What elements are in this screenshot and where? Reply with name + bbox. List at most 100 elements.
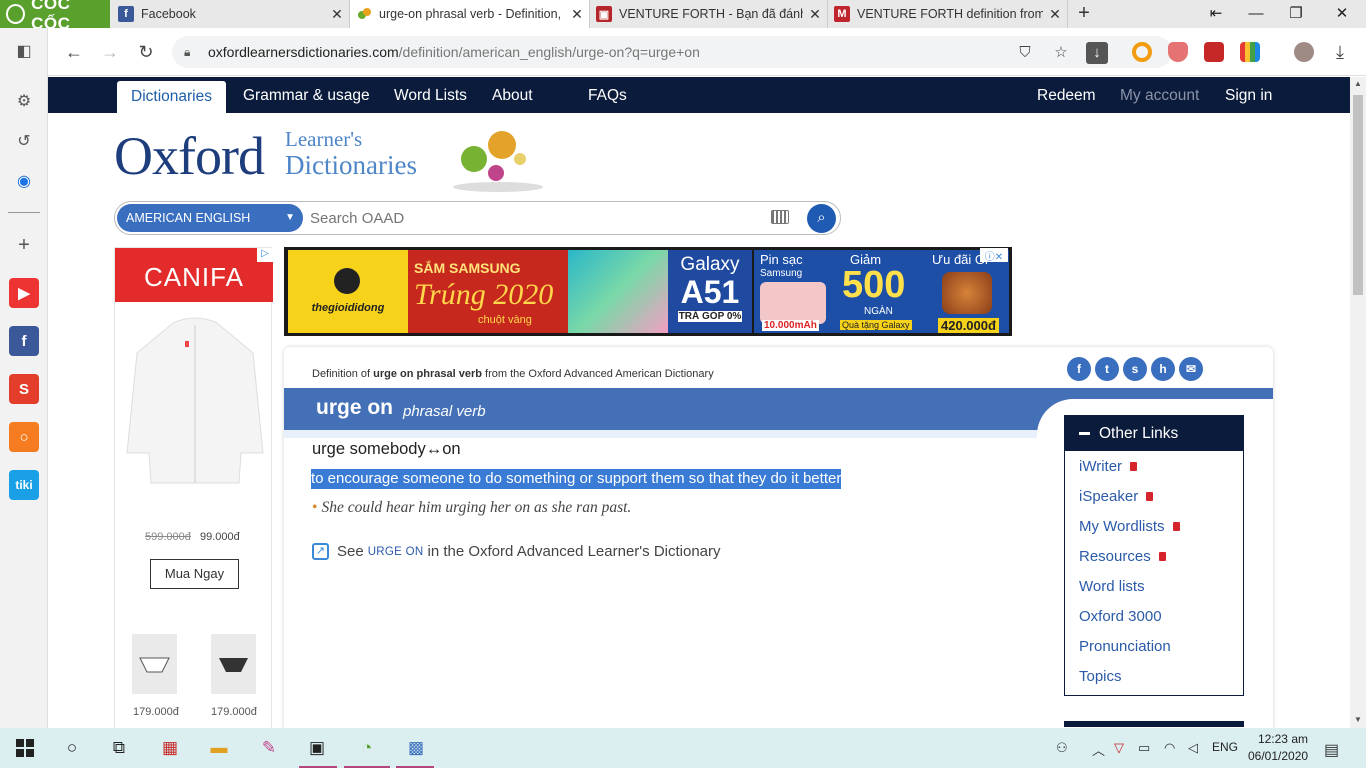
- close-tab-icon[interactable]: ✕: [325, 6, 349, 23]
- nav-faqs[interactable]: FAQs: [588, 77, 627, 113]
- hatena-share-icon[interactable]: h: [1151, 357, 1175, 381]
- tab-cambridge[interactable]: ▣ VENTURE FORTH - Bạn đã đánh vần ✕: [590, 0, 828, 28]
- clock-time[interactable]: 12:23 am: [1256, 732, 1308, 746]
- extension-chrome-icon[interactable]: [1132, 42, 1152, 62]
- nav-sign-in[interactable]: Sign in: [1225, 77, 1272, 113]
- tab-macmillan[interactable]: M VENTURE FORTH definition from M ✕: [828, 0, 1068, 28]
- notes-icon[interactable]: ▣: [302, 734, 332, 762]
- extension-shield-icon[interactable]: [1168, 42, 1188, 62]
- other-links-header[interactable]: Other Links: [1065, 416, 1243, 451]
- nav-dictionaries[interactable]: Dictionaries: [117, 81, 226, 113]
- tab-facebook[interactable]: f Facebook ✕: [112, 0, 350, 28]
- canifa-logo[interactable]: CANIFA: [115, 248, 273, 302]
- adchoices-icon[interactable]: ▷: [257, 248, 273, 262]
- buy-now-button[interactable]: Mua Ngay: [150, 559, 239, 589]
- history-icon[interactable]: ↺: [9, 126, 39, 156]
- maximize-button[interactable]: ❐: [1276, 2, 1316, 26]
- search-icon[interactable]: ○: [57, 734, 87, 762]
- forward-button[interactable]: →: [96, 38, 124, 66]
- lock-icon[interactable]: 🔒︎: [184, 45, 196, 59]
- facebook-sidebar-icon[interactable]: f: [9, 326, 39, 356]
- facebook-share-icon[interactable]: f: [1067, 357, 1091, 381]
- oxford-logo-text[interactable]: Oxford: [114, 125, 265, 187]
- tray-app-icon[interactable]: ▽: [1114, 740, 1124, 756]
- close-tab-icon[interactable]: ✕: [1043, 6, 1067, 23]
- link-oxford-3000[interactable]: Oxford 3000: [1079, 608, 1162, 625]
- scroll-up-icon[interactable]: ▲: [1354, 79, 1362, 88]
- clock-date[interactable]: 06/01/2020: [1248, 749, 1308, 763]
- page-scrollbar[interactable]: ▲ ▼: [1350, 77, 1366, 728]
- twitter-share-icon[interactable]: t: [1095, 357, 1119, 381]
- download-page-icon[interactable]: ↓: [1086, 42, 1108, 64]
- reload-button[interactable]: ↻: [132, 38, 160, 66]
- dictionary-select[interactable]: AMERICAN ENGLISH ▼: [117, 204, 303, 232]
- app-icon[interactable]: ▩: [401, 734, 431, 762]
- tray-expand-icon[interactable]: ︿: [1092, 740, 1105, 759]
- task-view-icon[interactable]: ⧉: [104, 734, 134, 762]
- app-icon[interactable]: ▦: [155, 734, 185, 762]
- language-indicator[interactable]: ENG: [1212, 740, 1238, 754]
- people-icon[interactable]: ⚇: [1056, 740, 1068, 756]
- downloads-icon[interactable]: ⤓: [1326, 38, 1354, 66]
- close-tab-icon[interactable]: ✕: [803, 6, 827, 23]
- ad-info-close-icon[interactable]: ⓘ✕: [980, 248, 1008, 263]
- nav-my-account[interactable]: My account: [1120, 77, 1199, 113]
- shield-icon[interactable]: ⛉: [1014, 42, 1036, 64]
- bookmark-star-icon[interactable]: ☆: [1050, 42, 1072, 64]
- messenger-icon[interactable]: ◉: [9, 166, 39, 196]
- volume-icon[interactable]: ◁: [1188, 740, 1198, 756]
- scroll-down-icon[interactable]: ▼: [1354, 715, 1362, 724]
- link-iwriter[interactable]: iWriter: [1079, 458, 1138, 475]
- see-xref-link[interactable]: URGE ON: [368, 546, 424, 558]
- stumbleupon-share-icon[interactable]: s: [1123, 357, 1147, 381]
- samsung-banner-ad[interactable]: thegioididong SẮM SAMSUNG Trúng 2020 chu…: [284, 247, 1012, 336]
- paint-icon[interactable]: ✎: [254, 734, 284, 762]
- nav-redeem[interactable]: Redeem: [1037, 77, 1096, 113]
- url-bar[interactable]: 🔒︎ oxfordlearnersdictionaries.com/defini…: [172, 36, 1172, 68]
- email-share-icon[interactable]: ✉: [1179, 357, 1203, 381]
- nav-about[interactable]: About: [492, 77, 533, 113]
- tab-search-icon[interactable]: ⇤: [1196, 2, 1236, 26]
- link-ispeaker[interactable]: iSpeaker: [1079, 488, 1154, 505]
- thegioididong-logo[interactable]: thegioididong: [288, 250, 408, 333]
- minimize-button[interactable]: —: [1236, 2, 1276, 26]
- shopee-icon[interactable]: S: [9, 374, 39, 404]
- notifications-icon[interactable]: ▤: [1324, 740, 1339, 760]
- search-button[interactable]: ⌕: [807, 204, 836, 233]
- youtube-icon[interactable]: ▶: [9, 278, 39, 308]
- close-tab-icon[interactable]: ✕: [565, 6, 589, 23]
- nav-grammar[interactable]: Grammar & usage: [243, 77, 370, 113]
- link-pronunciation[interactable]: Pronunciation: [1079, 638, 1171, 655]
- back-button[interactable]: ←: [60, 38, 88, 66]
- keyboard-icon[interactable]: [771, 210, 789, 224]
- coccoc-logo[interactable]: CỐC CỐC: [0, 0, 110, 33]
- coccoc-taskbar-icon[interactable]: ◔: [352, 734, 382, 762]
- link-resources[interactable]: Resources: [1079, 548, 1166, 565]
- extension-red-icon[interactable]: [1204, 42, 1224, 62]
- scrollbar-thumb[interactable]: [1353, 95, 1363, 295]
- tiki-icon[interactable]: tiki: [9, 470, 39, 500]
- coccoc-search-icon[interactable]: ○: [9, 422, 39, 452]
- settings-icon[interactable]: ⚙: [9, 86, 39, 116]
- new-tab-button[interactable]: +: [1072, 2, 1096, 26]
- wifi-icon[interactable]: ◠: [1164, 740, 1175, 756]
- link-topics[interactable]: Topics: [1079, 668, 1122, 685]
- jacket-image[interactable]: [123, 313, 267, 493]
- extension-color-icon[interactable]: [1240, 42, 1260, 62]
- sidebar-toggle-icon[interactable]: ◧: [9, 36, 39, 66]
- product-thumb[interactable]: [132, 634, 177, 694]
- link-word-lists[interactable]: Word lists: [1079, 578, 1145, 595]
- add-app-icon[interactable]: +: [9, 230, 39, 260]
- external-link-icon[interactable]: ↗: [312, 543, 329, 560]
- windows-start-icon[interactable]: [10, 734, 40, 762]
- nav-word-lists[interactable]: Word Lists: [394, 77, 467, 113]
- product-thumb[interactable]: [211, 634, 256, 694]
- search-input[interactable]: [310, 206, 750, 230]
- battery-icon[interactable]: ▭: [1138, 740, 1150, 756]
- canifa-ad[interactable]: CANIFA ▷ 599.000đ 99.000đ Mua Ngay 179.0…: [114, 247, 273, 728]
- tab-oxford[interactable]: urge-on phrasal verb - Definition, p ✕: [350, 0, 590, 28]
- close-window-button[interactable]: ✕: [1322, 2, 1362, 26]
- link-my-wordlists[interactable]: My Wordlists: [1079, 518, 1180, 535]
- definition-text[interactable]: to encourage someone to do something or …: [311, 469, 842, 489]
- profile-avatar[interactable]: [1294, 42, 1314, 62]
